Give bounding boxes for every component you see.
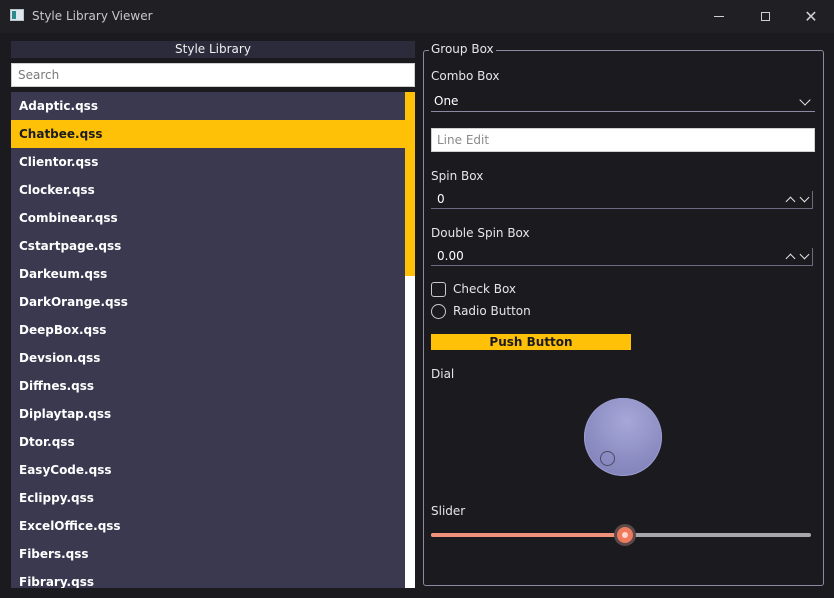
list-item[interactable]: Fibrary.qss [11, 568, 405, 588]
scrollbar-thumb[interactable] [405, 92, 415, 276]
slider-handle[interactable] [616, 527, 633, 543]
close-button[interactable]: ✕ [788, 0, 834, 33]
list-item[interactable]: DeepBox.qss [11, 316, 405, 344]
list-item[interactable]: EasyCode.qss [11, 456, 405, 484]
slider-label: Slider [431, 504, 466, 518]
double-spin-box[interactable]: 0.00 [431, 248, 813, 266]
list-item[interactable]: Adaptic.qss [11, 92, 405, 120]
chevron-up-icon[interactable] [785, 253, 796, 264]
line-edit-input[interactable] [431, 128, 815, 152]
check-box-label: Check Box [453, 282, 517, 296]
list-item[interactable]: DarkOrange.qss [11, 288, 405, 316]
dial-indicator [600, 451, 615, 466]
app-window-icon [10, 9, 24, 21]
list-item[interactable]: Diplaytap.qss [11, 400, 405, 428]
dial[interactable] [584, 398, 662, 476]
minimize-button[interactable] [696, 0, 742, 33]
chevron-down-icon[interactable] [799, 249, 810, 260]
list-item[interactable]: Clocker.qss [11, 176, 405, 204]
chevron-down-icon[interactable] [799, 192, 810, 203]
radio-button[interactable] [431, 303, 446, 319]
list-item[interactable]: Clientor.qss [11, 148, 405, 176]
list-item[interactable]: Chatbee.qss [11, 120, 405, 148]
list-item[interactable]: Combinear.qss [11, 204, 405, 232]
style-list[interactable]: Fibrary.qss Fibers.qss ExcelOffice.qss Ecli… [11, 92, 415, 588]
list-item[interactable]: Cstartpage.qss [11, 232, 405, 260]
window-title: Style Library Viewer [32, 9, 153, 23]
double-spin-box-value: 0.00 [437, 249, 464, 263]
search-input[interactable] [11, 63, 415, 87]
list-item[interactable]: Darkeum.qss [11, 260, 405, 288]
maximize-icon [760, 12, 770, 21]
minimize-icon [714, 16, 724, 17]
spin-box-value: 0 [437, 192, 445, 206]
group-box-title: Group Box [429, 42, 496, 56]
list-item[interactable]: Fibers.qss [11, 540, 405, 568]
list-item[interactable]: Diffnes.qss [11, 372, 405, 400]
combo-box[interactable]: One [431, 90, 815, 112]
spin-box[interactable]: 0 [431, 191, 813, 209]
push-button[interactable]: Push Button [431, 334, 631, 350]
list-item[interactable]: ExcelOffice.qss [11, 512, 405, 540]
radio-button-row[interactable]: Radio Button [431, 302, 531, 320]
slider-fill [431, 533, 625, 537]
style-library-header: Style Library [11, 41, 415, 58]
check-box[interactable] [431, 281, 446, 297]
radio-button-label: Radio Button [453, 304, 531, 318]
list-item[interactable]: Dtor.qss [11, 428, 405, 456]
combo-box-value: One [434, 94, 459, 108]
close-icon: ✕ [804, 6, 818, 26]
maximize-button[interactable] [742, 0, 788, 33]
dial-label: Dial [431, 367, 455, 381]
list-item[interactable]: Eclippy.qss [11, 484, 405, 512]
chevron-down-icon [799, 94, 811, 106]
title-bar: Style Library Viewer ✕ [0, 0, 834, 33]
double-spin-box-label: Double Spin Box [431, 226, 530, 240]
list-item[interactable]: Devsion.qss [11, 344, 405, 372]
spin-box-label: Spin Box [431, 169, 484, 183]
check-box-row[interactable]: Check Box [431, 280, 516, 298]
chevron-up-icon[interactable] [785, 196, 796, 207]
combo-box-label: Combo Box [431, 69, 500, 83]
